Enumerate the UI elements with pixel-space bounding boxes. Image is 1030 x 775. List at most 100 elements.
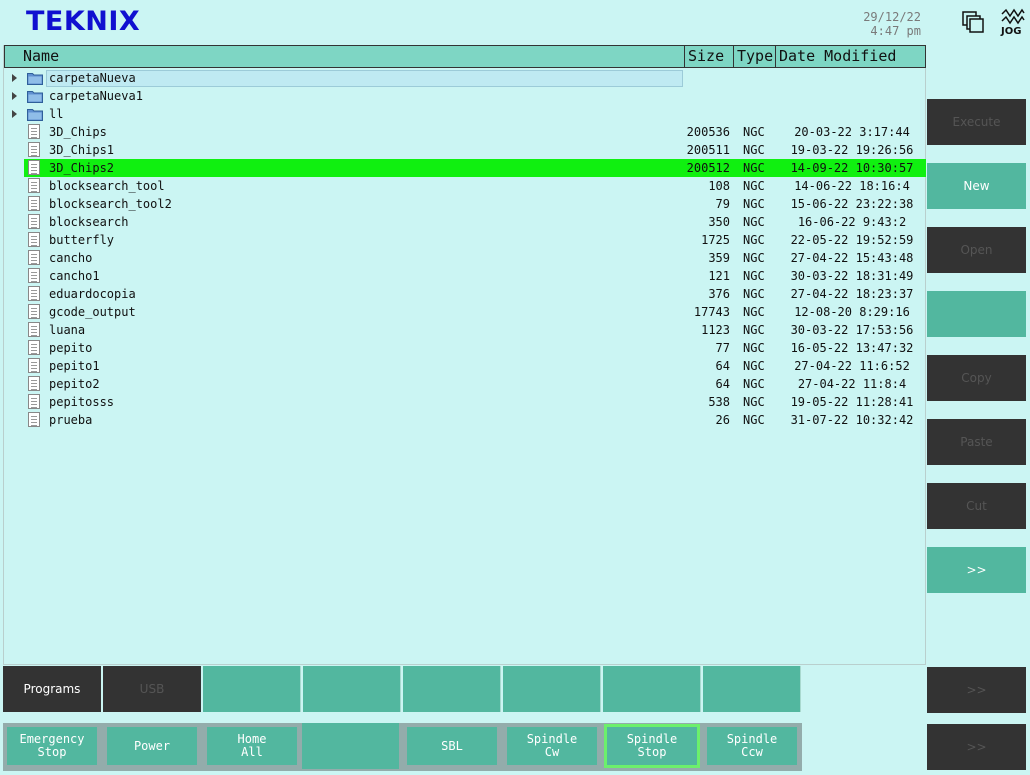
file-row[interactable]: butterfly 1725 NGC 22-05-22 19:52:59 bbox=[4, 231, 926, 249]
file-name: blocksearch_tool2 bbox=[49, 197, 172, 211]
document-icon bbox=[28, 214, 40, 229]
spindle-stop-button[interactable]: Spindle Stop bbox=[604, 724, 700, 768]
file-row[interactable]: blocksearch_tool 108 NGC 14-06-22 18:16:4 bbox=[4, 177, 926, 195]
file-row[interactable]: blocksearch 350 NGC 16-06-22 9:43:2 bbox=[4, 213, 926, 231]
folder-row[interactable]: carpetaNueva1 bbox=[4, 87, 926, 105]
tab-blank[interactable] bbox=[303, 666, 401, 712]
folder-icon bbox=[27, 109, 43, 121]
file-date-modified: 31-07-22 10:32:42 bbox=[790, 413, 914, 427]
file-type: NGC bbox=[743, 215, 765, 229]
date-label: 29/12/22 bbox=[863, 10, 921, 24]
tab-blank[interactable] bbox=[703, 666, 801, 712]
file-size: 121 bbox=[708, 269, 730, 283]
row-highlight bbox=[46, 70, 683, 87]
file-size: 108 bbox=[708, 179, 730, 193]
file-type: NGC bbox=[743, 161, 765, 175]
file-size: 17743 bbox=[693, 305, 730, 319]
file-type: NGC bbox=[743, 341, 765, 355]
open-button[interactable]: Open bbox=[927, 227, 1026, 273]
more-button[interactable]: >> bbox=[927, 667, 1026, 713]
file-row[interactable]: cancho 359 NGC 27-04-22 15:43:48 bbox=[4, 249, 926, 267]
file-row[interactable]: blocksearch_tool2 79 NGC 15-06-22 23:22:38 bbox=[4, 195, 926, 213]
file-row[interactable]: prueba 26 NGC 31-07-22 10:32:42 bbox=[4, 411, 926, 429]
file-name: luana bbox=[49, 323, 86, 337]
file-row[interactable]: 3D_Chips 200536 NGC 20-03-22 3:17:44 bbox=[4, 123, 926, 141]
tab-blank[interactable] bbox=[203, 666, 301, 712]
execute-button[interactable]: Execute bbox=[927, 99, 1026, 145]
file-row[interactable]: pepitosss 538 NGC 19-05-22 11:28:41 bbox=[4, 393, 926, 411]
file-name: pepito2 bbox=[49, 377, 100, 391]
column-header-type[interactable]: Type bbox=[734, 46, 776, 67]
expand-arrow-icon[interactable] bbox=[12, 74, 17, 82]
paste-button[interactable]: Paste bbox=[927, 419, 1026, 465]
file-name: cancho1 bbox=[49, 269, 100, 283]
file-type: NGC bbox=[743, 413, 765, 427]
file-size: 26 bbox=[715, 413, 730, 427]
file-row[interactable]: luana 1123 NGC 30-03-22 17:53:56 bbox=[4, 321, 926, 339]
blank-button[interactable] bbox=[927, 291, 1026, 337]
file-type: NGC bbox=[743, 395, 765, 409]
document-icon bbox=[28, 304, 40, 319]
document-icon bbox=[28, 268, 40, 283]
file-size: 1725 bbox=[701, 233, 730, 247]
file-type: NGC bbox=[743, 233, 765, 247]
expand-arrow-icon[interactable] bbox=[12, 110, 17, 118]
column-header-date-modified[interactable]: Date Modified bbox=[776, 46, 927, 67]
more-button[interactable]: >> bbox=[927, 724, 1026, 770]
column-header-name[interactable]: Name bbox=[5, 46, 685, 67]
spindle-ccw-button[interactable]: Spindle Ccw bbox=[707, 727, 797, 765]
file-browser: Name Size Type Date Modified carpetaNuev… bbox=[3, 45, 926, 665]
file-date-modified: 14-09-22 10:30:57 bbox=[790, 161, 914, 175]
blank-button[interactable] bbox=[302, 723, 399, 769]
document-icon bbox=[28, 178, 40, 193]
copy-button[interactable]: Copy bbox=[927, 355, 1026, 401]
power-button[interactable]: Power bbox=[107, 727, 197, 765]
file-type: NGC bbox=[743, 377, 765, 391]
file-row[interactable]: 3D_Chips1 200511 NGC 19-03-22 19:26:56 bbox=[4, 141, 926, 159]
file-name: eduardocopia bbox=[49, 287, 136, 301]
folder-row[interactable]: ll bbox=[4, 105, 926, 123]
file-date-modified: 30-03-22 17:53:56 bbox=[790, 323, 914, 337]
file-name: cancho bbox=[49, 251, 93, 265]
folder-row[interactable]: carpetaNueva bbox=[4, 69, 926, 87]
file-row[interactable]: eduardocopia 376 NGC 27-04-22 18:23:37 bbox=[4, 285, 926, 303]
file-size: 1123 bbox=[701, 323, 730, 337]
teknix-logo: TEKNIX bbox=[26, 6, 141, 37]
file-row[interactable]: pepito1 64 NGC 27-04-22 11:6:52 bbox=[4, 357, 926, 375]
file-row[interactable]: gcode_output 17743 NGC 12-08-20 8:29:16 bbox=[4, 303, 926, 321]
file-date-modified: 20-03-22 3:17:44 bbox=[794, 125, 910, 139]
document-icon bbox=[28, 160, 40, 175]
file-type: NGC bbox=[743, 143, 765, 157]
tab-blank[interactable] bbox=[603, 666, 701, 712]
file-row[interactable]: cancho1 121 NGC 30-03-22 18:31:49 bbox=[4, 267, 926, 285]
cut-button[interactable]: Cut bbox=[927, 483, 1026, 529]
tab-programs[interactable]: Programs bbox=[3, 666, 101, 712]
file-type: NGC bbox=[743, 197, 765, 211]
file-size: 64 bbox=[715, 359, 730, 373]
home-all-button[interactable]: Home All bbox=[207, 727, 297, 765]
document-icon bbox=[28, 358, 40, 373]
document-icon bbox=[28, 232, 40, 247]
file-name: 3D_Chips2 bbox=[49, 161, 115, 175]
new-button[interactable]: New bbox=[927, 163, 1026, 209]
file-date-modified: 22-05-22 19:52:59 bbox=[790, 233, 914, 247]
spindle-cw-button[interactable]: Spindle Cw bbox=[507, 727, 597, 765]
windows-icon[interactable] bbox=[961, 10, 985, 34]
file-row[interactable]: 3D_Chips2 200512 NGC 14-09-22 10:30:57 bbox=[4, 159, 926, 177]
expand-arrow-icon[interactable] bbox=[12, 92, 17, 100]
file-row[interactable]: pepito2 64 NGC 27-04-22 11:8:4 bbox=[4, 375, 926, 393]
file-row[interactable]: pepito 77 NGC 16-05-22 13:47:32 bbox=[4, 339, 926, 357]
sbl-button[interactable]: SBL bbox=[407, 727, 497, 765]
file-type: NGC bbox=[743, 125, 765, 139]
file-date-modified: 15-06-22 23:22:38 bbox=[790, 197, 914, 211]
file-date-modified: 14-06-22 18:16:4 bbox=[794, 179, 910, 193]
emergency-stop-button[interactable]: Emergency Stop bbox=[7, 727, 97, 765]
file-date-modified: 16-05-22 13:47:32 bbox=[790, 341, 914, 355]
file-name: blocksearch_tool bbox=[49, 179, 165, 193]
more-button[interactable]: >> bbox=[927, 547, 1026, 593]
tab-blank[interactable] bbox=[503, 666, 601, 712]
file-name: carpetaNueva1 bbox=[49, 89, 143, 103]
column-header-size[interactable]: Size bbox=[685, 46, 734, 67]
tab-blank[interactable] bbox=[403, 666, 501, 712]
tab-usb[interactable]: USB bbox=[103, 666, 201, 712]
